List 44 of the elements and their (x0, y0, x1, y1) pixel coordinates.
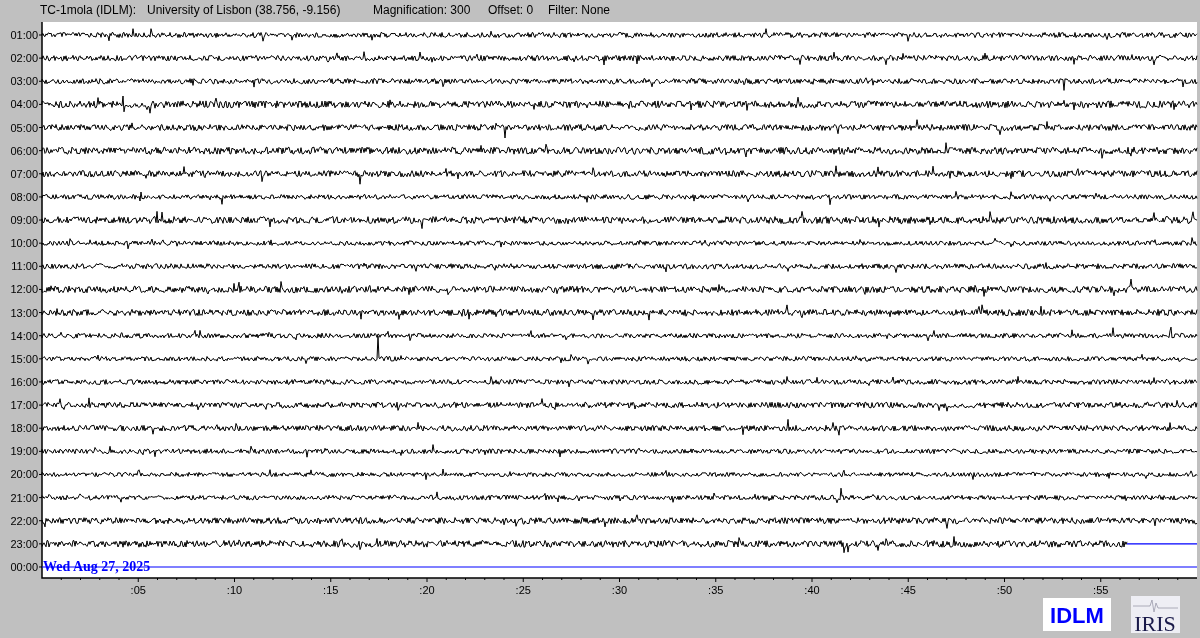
hour-label: 09:00 (10, 214, 38, 227)
hour-label: 19:00 (10, 445, 38, 458)
hour-label: 05:00 (10, 121, 38, 134)
time-tick-label: :05 (130, 584, 146, 596)
hour-label: 13:00 (10, 306, 38, 319)
time-tick-label: :40 (804, 584, 820, 596)
hour-label: 21:00 (10, 491, 38, 504)
time-tick-label: :15 (323, 584, 339, 596)
hour-label: 18:00 (10, 422, 38, 435)
hour-label: 14:00 (10, 329, 38, 342)
empty-trace-line (1126, 543, 1198, 545)
filter-label: Filter: None (548, 2, 611, 19)
time-tick-label: :45 (900, 584, 916, 596)
hour-label: 11:00 (11, 260, 38, 273)
hour-label: 23:00 (10, 537, 38, 550)
date-label: Wed Aug 27, 2025 (43, 559, 151, 574)
station-location: University of Lisbon (38.756, -9.156) (147, 2, 342, 19)
time-tick-label: :25 (515, 584, 531, 596)
time-tick-label: :10 (226, 584, 243, 596)
hour-label: 00:00 (10, 561, 38, 573)
hour-label: 10:00 (10, 237, 38, 250)
hour-label: 06:00 (10, 144, 38, 157)
hour-label: 22:00 (10, 514, 38, 527)
hour-label: 17:00 (10, 399, 38, 412)
hour-label: 04:00 (10, 98, 38, 111)
hour-label: 03:00 (10, 75, 38, 88)
hour-label: 02:00 (10, 52, 38, 65)
hour-label: 07:00 (10, 167, 38, 180)
hour-label: 08:00 (10, 190, 38, 203)
organization-logo: IRIS (1131, 596, 1180, 636)
time-tick-label: :30 (611, 584, 628, 596)
station-name: TC-1mola (IDLM): (40, 2, 137, 19)
hour-label: 16:00 (10, 375, 38, 388)
time-tick-label: :35 (708, 584, 724, 596)
hour-label: 01:00 (10, 29, 38, 41)
network-logo: IDLM (1043, 598, 1111, 631)
hour-label: 12:00 (10, 283, 38, 296)
offset-label: Offset: 0 (488, 2, 535, 19)
time-tick-label: :50 (996, 584, 1013, 596)
hour-label: 20:00 (10, 468, 38, 481)
time-tick-label: :55 (1093, 584, 1109, 596)
time-tick-label: :20 (419, 584, 435, 596)
hour-label: 15:00 (10, 352, 38, 365)
magnification-label: Magnification: 300 (373, 2, 472, 19)
